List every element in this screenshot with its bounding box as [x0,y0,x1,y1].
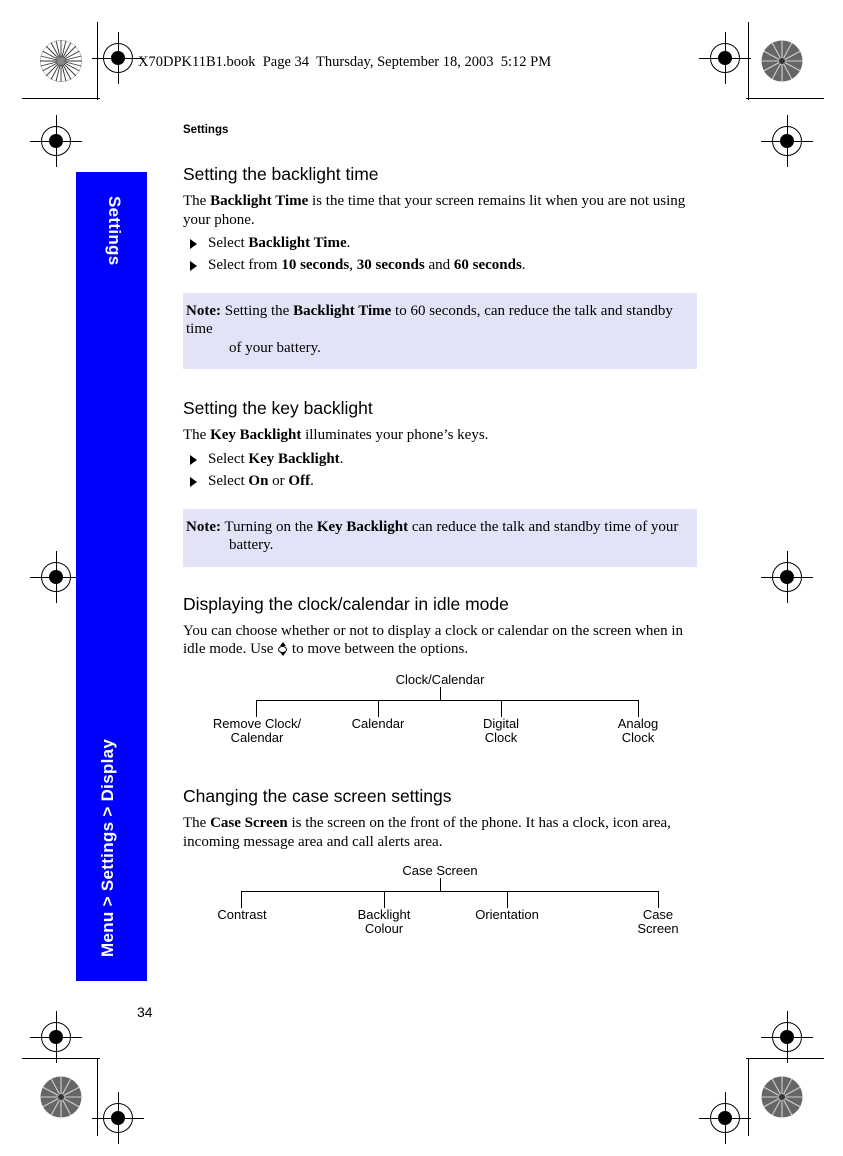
tree-root-label: Clock/Calendar [395,671,485,687]
list-item: Select from 10 seconds, 30 seconds and 6… [183,255,697,277]
registration-mark-top-left [92,32,144,84]
list-item: Select Backlight Time. [183,233,697,255]
crop-line-right-top-h [746,98,824,99]
registration-mark-left-middle [30,551,82,603]
running-title: Settings [183,124,229,136]
section-heading-backlight-time: Setting the backlight time [183,164,379,184]
crop-line-left-top-h [22,98,100,99]
registration-mark-left-upper [30,115,82,167]
bullet-list-backlight-time: Select Backlight Time. Select from 10 se… [183,233,697,277]
registration-mark-bottom-right [699,1092,751,1144]
tree-leaf: Contrast [217,907,267,923]
section-intro-case-screen: The Case Screen is the screen on the fro… [183,814,671,850]
note-label: Note: [186,518,221,535]
bullet-triangle-icon [190,239,197,250]
note-text-continued: battery. [229,537,274,554]
tree-leaf: Case Screen [637,907,679,936]
crop-line-left-bottom-h [22,1058,100,1059]
section-heading-key-backlight: Setting the key backlight [183,398,373,419]
registration-mark-right-upper [761,115,813,167]
tree-connector-lines [183,878,697,909]
note-text: Setting the Backlight Time to 60 seconds… [186,302,673,338]
list-item-text: Select Backlight Time. [208,235,351,252]
tree-leaf-labels: Contrast Backlight Colour Orientation Ca… [183,908,697,942]
list-item-text: Select On or Off. [208,472,314,489]
crop-line-bottom-left-v [97,1058,98,1136]
tree-leaf: Digital Clock [482,715,520,745]
note-box-key-backlight: Note: Turning on the Key Backlight can r… [183,508,697,567]
section-heading-case-screen: Changing the case screen settings [183,785,452,806]
crop-line-top-left-v [97,22,98,100]
tree-leaf: Calendar [351,715,405,731]
registration-mark-right-lower [761,1011,813,1063]
crop-line-top-right-v [748,22,749,100]
list-item-text: Select from 10 seconds, 30 seconds and 6… [208,256,526,273]
note-label: Note: [186,302,221,319]
rosette-top-right [761,40,803,82]
registration-mark-left-lower [30,1011,82,1063]
navigation-key-icon [278,642,288,657]
rosette-top-left [40,40,82,82]
tree-leaf: Remove Clock/ Calendar [212,715,302,745]
note-text: Turning on the Key Backlight can reduce … [220,518,679,535]
tree-leaf: Backlight Colour [357,907,411,936]
list-item: Select Key Backlight. [183,449,697,471]
registration-mark-bottom-left [92,1092,144,1144]
list-item-text: Select Key Backlight. [208,451,344,468]
section-intro-backlight-time: The Backlight Time is the time that your… [183,193,686,228]
note-box-backlight-time: Note: Setting the Backlight Time to 60 s… [183,292,697,370]
chapter-tab-label: Settings [105,196,124,266]
menu-path-label: Menu > Settings > Display [98,738,117,957]
page-content: Settings Setting the backlight time The … [183,124,697,942]
rosette-bottom-right [761,1076,803,1118]
bullet-triangle-icon [190,455,197,466]
section-heading-clock-calendar: Displaying the clock/calendar in idle mo… [183,593,509,614]
tree-root-label: Case Screen [402,863,478,879]
bullet-triangle-icon [190,476,197,487]
section-intro-key-backlight: The Key Backlight illuminates your phone… [183,427,489,444]
tree-leaf: Orientation [475,907,539,923]
bullet-list-key-backlight: Select Key Backlight. Select On or Off. [183,449,697,493]
tree-diagram-clock-calendar: Clock/Calendar Remove Clock/ Calendar Ca… [183,672,697,751]
crop-line-bottom-right-v [748,1058,749,1136]
crop-line-right-bottom-h [746,1058,824,1059]
note-text-continued: of your battery. [229,339,321,356]
registration-mark-top-right [699,32,751,84]
document-page: X70DPK11B1.book Page 34 Thursday, Septem… [0,0,843,1156]
tree-connector-lines [183,686,697,717]
tree-leaf-labels: Remove Clock/ Calendar Calendar Digital … [183,717,697,751]
list-item: Select On or Off. [183,471,697,493]
tree-leaf: Analog Clock [617,715,659,745]
book-file-header: X70DPK11B1.book Page 34 Thursday, Septem… [138,54,552,70]
section-intro-clock-calendar: You can choose whether or not to display… [183,622,683,658]
registration-mark-right-middle [761,551,813,603]
page-number: 34 [137,1004,153,1020]
chapter-side-tab: Settings Menu > Settings > Display [76,172,147,981]
bullet-triangle-icon [190,260,197,271]
rosette-bottom-left [40,1076,82,1118]
tree-diagram-case-screen: Case Screen Contrast Backlight Colour Or… [183,863,697,942]
